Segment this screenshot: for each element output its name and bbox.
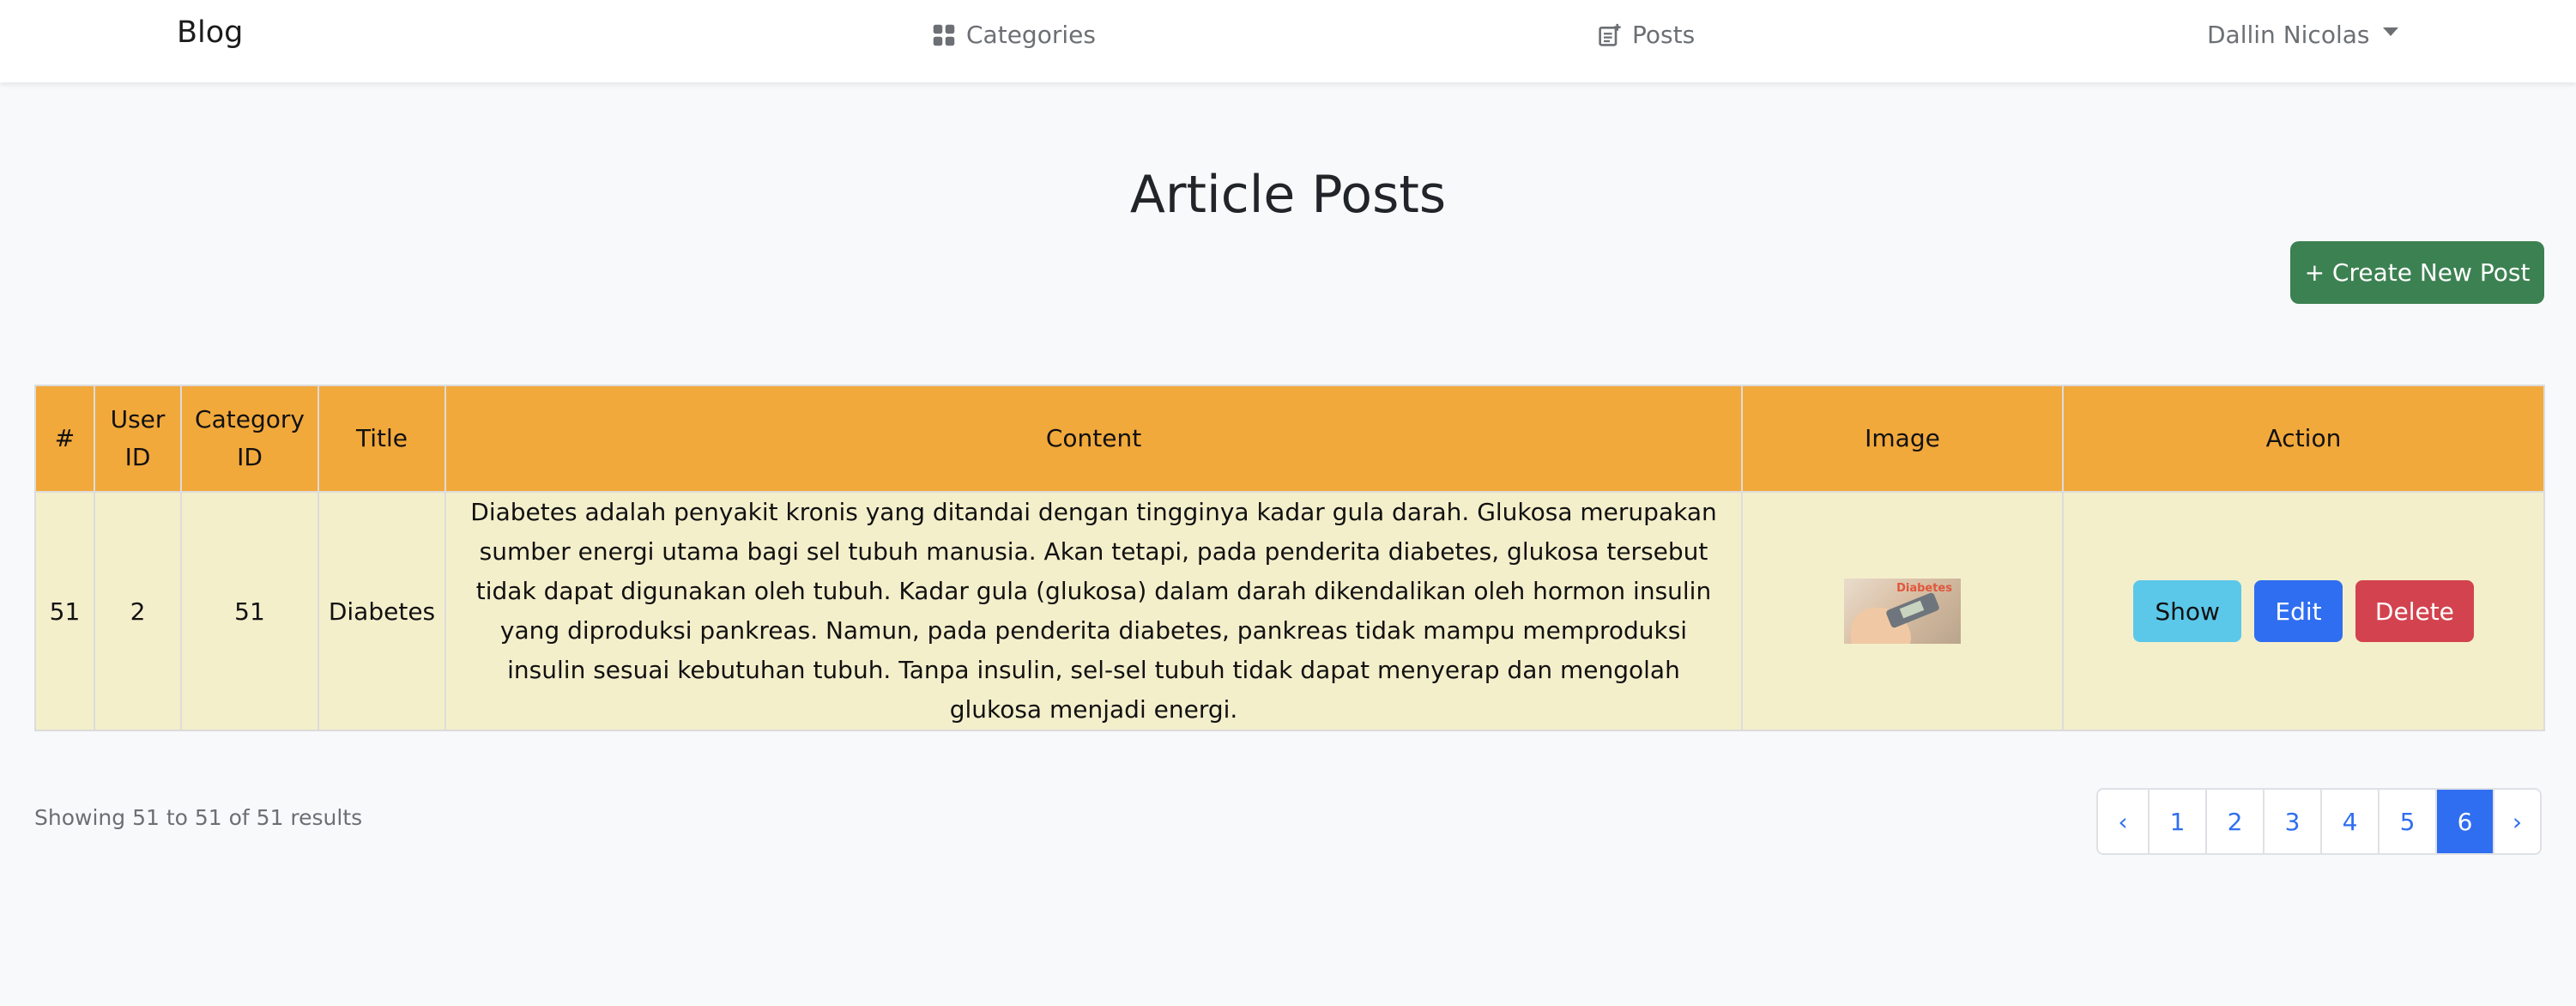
nav-posts-link[interactable]: Posts [1598, 21, 1695, 49]
column-header-number: # [34, 385, 95, 493]
cell-image: Diabetes [1741, 491, 2064, 731]
column-header-action: Action [2062, 385, 2545, 493]
create-new-post-button[interactable]: + Create New Post [2290, 241, 2544, 304]
post-thumbnail-image: Diabetes [1844, 579, 1961, 644]
cell-user-id: 2 [94, 491, 182, 731]
caret-down-icon [2383, 27, 2399, 36]
posts-table: # User ID Category ID Title Content Imag… [34, 385, 2545, 731]
page-title: Article Posts [1129, 165, 1447, 225]
user-name: Dallin Nicolas [2207, 21, 2370, 49]
pagination-page-3[interactable]: 3 [2263, 790, 2320, 853]
edit-button[interactable]: Edit [2254, 580, 2343, 642]
results-summary: Showing 51 to 51 of 51 results [34, 805, 363, 830]
cell-number: 51 [34, 491, 95, 731]
column-header-content: Content [444, 385, 1743, 493]
brand-link[interactable]: Blog [177, 15, 243, 50]
cell-actions: Show Edit Delete [2062, 491, 2545, 731]
pagination: ‹ 1 2 3 4 5 6 › [2096, 788, 2542, 855]
grid-icon [933, 24, 955, 45]
column-header-image: Image [1741, 385, 2064, 493]
pagination-page-1[interactable]: 1 [2148, 790, 2205, 853]
table-row: 51 2 51 Diabetes Diabetes adalah penyaki… [34, 491, 2545, 731]
pagination-page-6-active[interactable]: 6 [2435, 790, 2493, 853]
user-dropdown-toggle[interactable]: Dallin Nicolas [2207, 21, 2399, 49]
nav-posts-label: Posts [1632, 21, 1696, 49]
nav-categories-link[interactable]: Categories [932, 21, 1096, 49]
column-header-category-id: Category ID [180, 385, 319, 493]
show-button[interactable]: Show [2133, 580, 2242, 642]
pagination-next-button[interactable]: › [2493, 790, 2540, 853]
cell-category-id: 51 [180, 491, 319, 731]
nav-categories-label: Categories [966, 21, 1096, 49]
column-header-user-id: User ID [94, 385, 182, 493]
pagination-page-5[interactable]: 5 [2378, 790, 2435, 853]
cell-title: Diabetes [317, 491, 446, 731]
thumbnail-caption: Diabetes [1896, 582, 1952, 595]
cell-content: Diabetes adalah penyakit kronis yang dit… [444, 491, 1743, 731]
column-header-title: Title [317, 385, 446, 493]
delete-button[interactable]: Delete [2355, 580, 2474, 642]
pagination-page-2[interactable]: 2 [2205, 790, 2263, 853]
table-header-row: # User ID Category ID Title Content Imag… [34, 385, 2545, 493]
top-navbar: Blog Categories Posts Dallin Nicolas [0, 0, 2576, 82]
pagination-prev-button[interactable]: ‹ [2098, 790, 2148, 853]
post-add-icon [1599, 23, 1621, 46]
pagination-page-4[interactable]: 4 [2320, 790, 2378, 853]
